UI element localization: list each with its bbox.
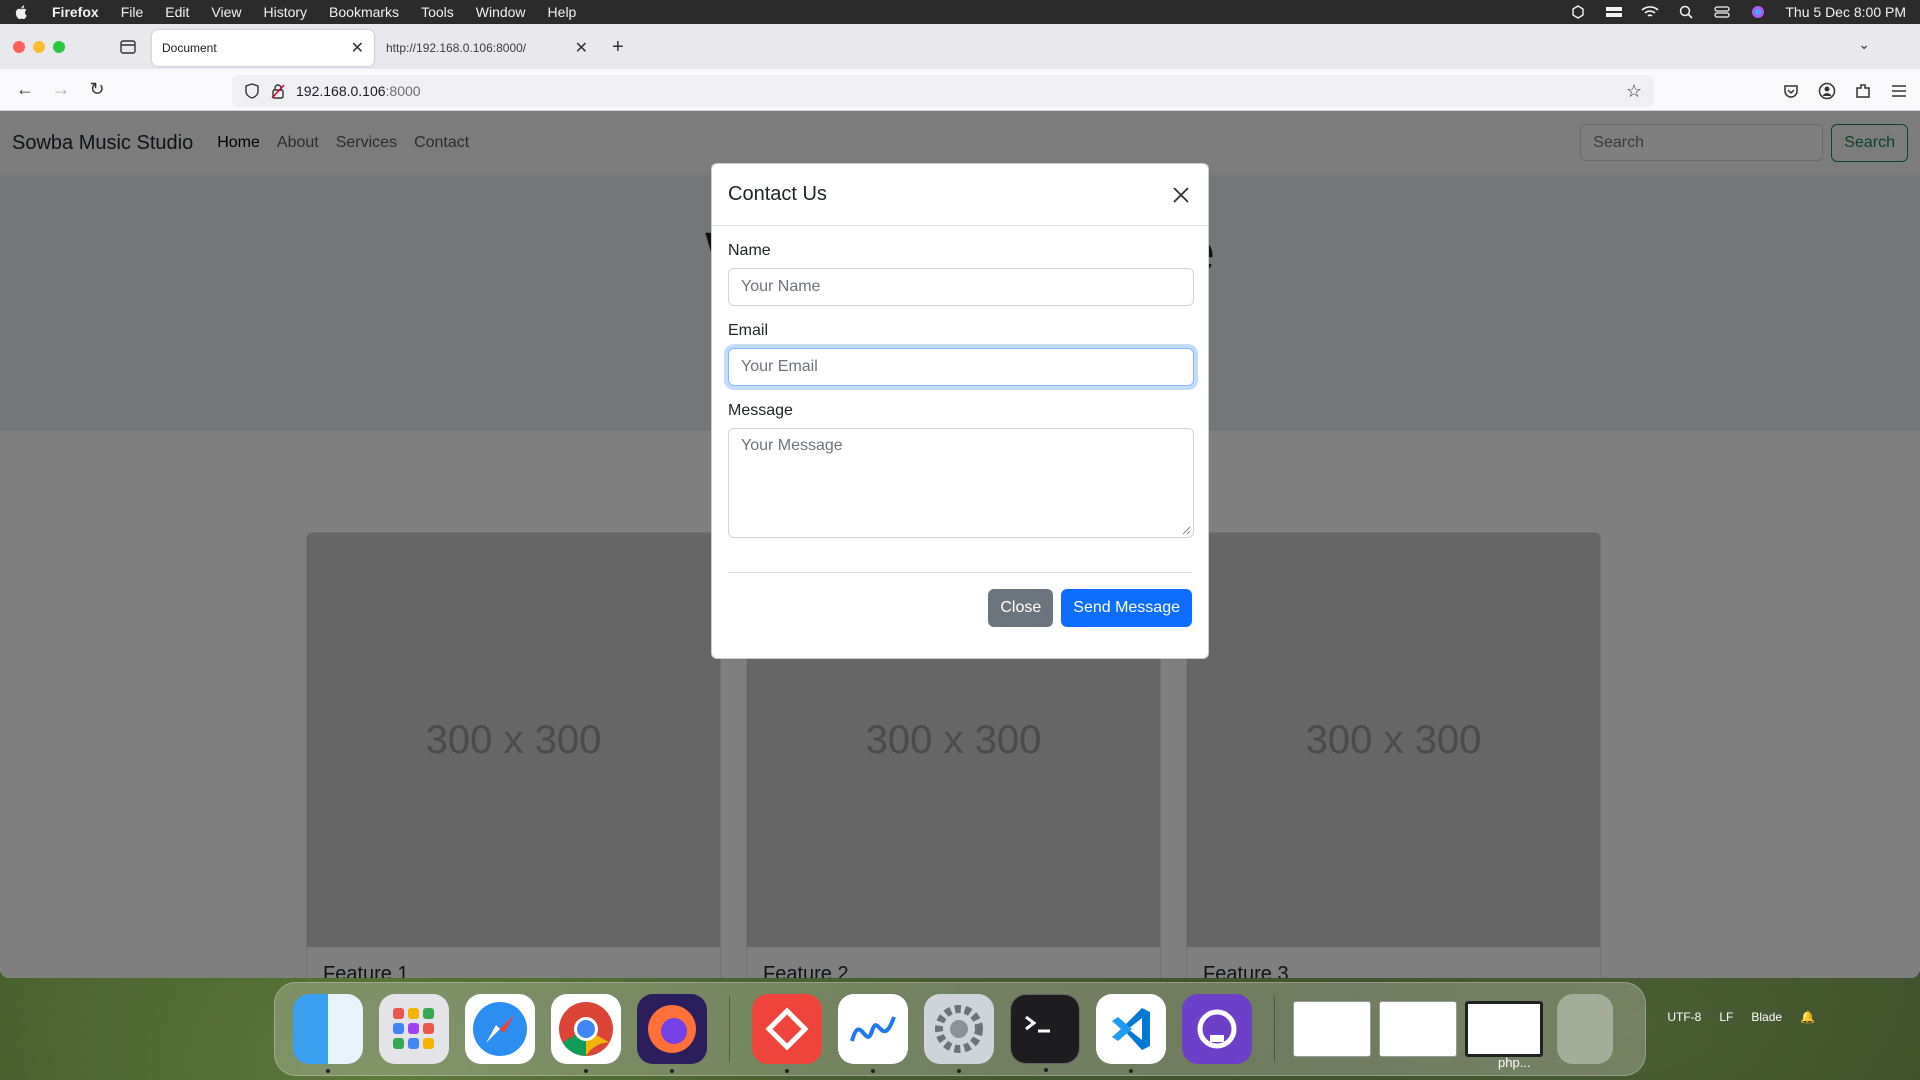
status-line-ending[interactable]: LF	[1719, 1010, 1733, 1024]
modal-title: Contact Us	[728, 183, 827, 205]
wifi-icon[interactable]	[1641, 5, 1659, 19]
chevron-down-icon[interactable]: ⌄	[1858, 36, 1870, 53]
page-viewport: Sowba Music Studio Home About Services C…	[0, 111, 1920, 978]
hamburger-menu-icon[interactable]	[1890, 82, 1908, 100]
message-placeholder: Your Message	[741, 437, 843, 454]
zoom-window-button[interactable]	[53, 40, 65, 53]
modal-header: Contact Us	[712, 164, 1208, 226]
contact-modal: Contact Us Name Your Name Email Your Ema…	[711, 163, 1209, 659]
toolbar-right-icons	[1782, 82, 1908, 100]
firefox-icon[interactable]	[637, 994, 707, 1073]
minimize-window-button[interactable]	[33, 40, 45, 53]
close-button[interactable]: Close	[988, 589, 1054, 627]
menu-help[interactable]: Help	[548, 4, 577, 20]
email-field[interactable]: Your Email	[728, 348, 1194, 386]
shield-icon[interactable]	[244, 83, 260, 99]
message-textarea[interactable]: Your Message	[728, 428, 1194, 538]
url-host: 192.168.0.106	[296, 83, 386, 99]
minimized-window-thumbnail[interactable]: php...	[1465, 1001, 1543, 1070]
siri-icon[interactable]	[1749, 5, 1767, 19]
menu-tools[interactable]: Tools	[421, 4, 454, 20]
name-label: Name	[728, 242, 771, 259]
menu-clock[interactable]: Thu 5 Dec 8:00 PM	[1785, 4, 1906, 20]
spotlight-search-icon[interactable]	[1677, 5, 1695, 19]
freeform-icon[interactable]	[838, 994, 908, 1073]
close-window-button[interactable]	[13, 40, 25, 53]
name-group: Name Your Name	[728, 242, 1194, 306]
tab-document[interactable]: Document ✕	[152, 30, 374, 66]
bell-icon[interactable]: 🔔	[1800, 1010, 1815, 1024]
tab-bar: Document ✕ http://192.168.0.106:8000/ ✕ …	[0, 24, 1920, 69]
message-label: Message	[728, 402, 793, 419]
database-icon[interactable]	[1605, 5, 1623, 19]
send-message-button[interactable]: Send Message	[1061, 589, 1192, 627]
terminal-icon[interactable]	[1010, 994, 1080, 1072]
menu-history[interactable]: History	[263, 4, 307, 20]
resize-grip-icon[interactable]	[1181, 525, 1191, 535]
vscode-icon[interactable]	[1096, 994, 1166, 1073]
modal-footer: Close Send Message	[728, 572, 1192, 627]
email-label: Email	[728, 322, 769, 339]
editor-status-strip: UTF-8 LF Blade 🔔	[1667, 1010, 1815, 1024]
tab-title: Document	[162, 41, 217, 55]
url-port: :8000	[385, 83, 421, 99]
insecure-lock-icon[interactable]	[270, 83, 286, 99]
dock-separator	[1274, 996, 1275, 1062]
back-icon[interactable]: ←	[14, 79, 36, 101]
extensions-icon[interactable]	[1854, 82, 1872, 100]
thumbnail-label: php...	[1498, 1055, 1531, 1070]
pocket-icon[interactable]	[1782, 82, 1800, 100]
status-encoding[interactable]: UTF-8	[1667, 1010, 1701, 1024]
launchpad-icon[interactable]	[379, 994, 449, 1064]
control-center-icon[interactable]	[1713, 5, 1731, 19]
close-icon[interactable]	[1170, 184, 1192, 206]
apple-icon[interactable]	[14, 4, 30, 20]
finder-icon[interactable]	[293, 994, 363, 1073]
dock-separator	[729, 996, 730, 1062]
trash-icon[interactable]	[1557, 994, 1613, 1064]
safari-icon[interactable]	[465, 994, 535, 1064]
menu-app-firefox[interactable]: Firefox	[52, 4, 99, 20]
chrome-icon[interactable]	[551, 994, 621, 1073]
status-language[interactable]: Blade	[1751, 1010, 1782, 1024]
anydesk-icon[interactable]	[752, 994, 822, 1073]
window-controls	[13, 40, 65, 53]
url-bar[interactable]: 192.168.0.106:8000 ☆	[232, 75, 1654, 107]
tab-close-icon[interactable]: ✕	[575, 38, 588, 58]
reload-icon[interactable]: ↻	[86, 79, 108, 101]
menu-bookmarks[interactable]: Bookmarks	[329, 4, 399, 20]
tab-localhost[interactable]: http://192.168.0.106:8000/ ✕	[376, 30, 598, 66]
package-icon[interactable]	[1569, 5, 1587, 19]
new-tab-icon[interactable]: +	[612, 36, 624, 59]
menu-edit[interactable]: Edit	[165, 4, 189, 20]
menu-file[interactable]: File	[121, 4, 144, 20]
minimized-window-thumbnail[interactable]	[1293, 1001, 1371, 1057]
bookmark-star-icon[interactable]: ☆	[1626, 81, 1642, 102]
forward-icon[interactable]: →	[50, 79, 72, 101]
email-group: Email Your Email	[728, 322, 1194, 386]
menu-bar: Firefox File Edit View History Bookmarks…	[0, 0, 1920, 24]
account-icon[interactable]	[1818, 82, 1836, 100]
message-group: Message Your Message	[728, 402, 1194, 538]
tab-title: http://192.168.0.106:8000/	[386, 41, 527, 55]
minimized-window-thumbnail[interactable]	[1379, 1001, 1457, 1057]
system-settings-icon[interactable]	[924, 994, 994, 1073]
firefox-view-icon[interactable]	[119, 38, 137, 56]
dock: php...	[274, 982, 1646, 1076]
menu-window[interactable]: Window	[476, 4, 526, 20]
name-field[interactable]: Your Name	[728, 268, 1194, 306]
browser-window: Document ✕ http://192.168.0.106:8000/ ✕ …	[0, 24, 1920, 978]
github-desktop-icon[interactable]	[1182, 994, 1252, 1064]
tab-close-icon[interactable]: ✕	[351, 38, 364, 58]
modal-body: Name Your Name Email Your Email Message …	[712, 226, 1208, 538]
menu-view[interactable]: View	[211, 4, 241, 20]
